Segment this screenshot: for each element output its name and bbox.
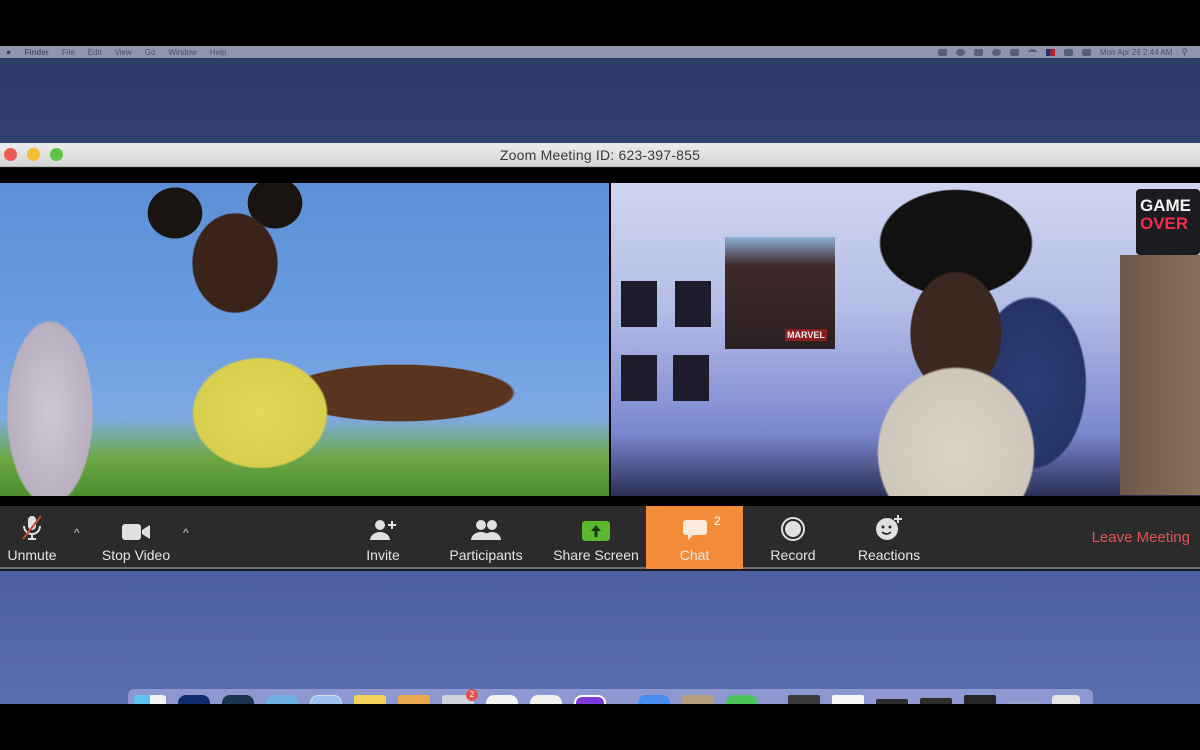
wall-frame xyxy=(675,281,711,327)
wall-frame xyxy=(621,355,657,401)
wall-frame xyxy=(673,355,709,401)
participants-button[interactable]: Participants xyxy=(446,506,526,569)
unmute-label: Unmute xyxy=(7,547,57,563)
window-close-button[interactable] xyxy=(4,148,17,161)
wall-frame xyxy=(621,281,657,327)
share-screen-label: Share Screen xyxy=(553,547,639,563)
record-button[interactable]: Record xyxy=(766,506,820,569)
share-screen-button[interactable]: Share Screen xyxy=(552,506,640,569)
menu-help[interactable]: Help xyxy=(210,48,226,57)
marvel-poster: MARVEL xyxy=(725,237,835,349)
menu-go[interactable]: Go xyxy=(145,48,156,57)
wifi-icon[interactable] xyxy=(1027,48,1037,56)
letterbox-bottom xyxy=(0,704,1200,750)
window-titlebar[interactable]: Zoom Meeting ID: 623-397-855 xyxy=(0,143,1200,167)
unmute-button[interactable]: Unmute xyxy=(4,506,60,569)
record-icon xyxy=(780,512,806,542)
add-person-icon xyxy=(369,512,397,542)
stop-video-label: Stop Video xyxy=(101,547,171,563)
screen-record-icon[interactable] xyxy=(937,48,947,56)
controls-icon[interactable] xyxy=(973,48,983,56)
battery-icon[interactable] xyxy=(1081,48,1091,56)
audio-options-caret-icon[interactable]: ^ xyxy=(74,526,80,540)
marvel-label: MARVEL xyxy=(785,329,827,341)
participant-video-left[interactable] xyxy=(0,183,609,496)
menu-window[interactable]: Window xyxy=(168,48,196,57)
display-icon[interactable] xyxy=(1009,48,1019,56)
invite-button[interactable]: Invite xyxy=(360,506,406,569)
menu-file[interactable]: File xyxy=(62,48,75,57)
window-maximize-button[interactable] xyxy=(50,148,63,161)
apple-menu-icon[interactable]: ● xyxy=(6,47,11,57)
share-screen-icon xyxy=(581,512,611,542)
window-minimize-button[interactable] xyxy=(27,148,40,161)
chat-label: Chat xyxy=(679,547,710,563)
menubar-clock[interactable]: Mon Apr 26 2:44 AM xyxy=(1100,48,1173,57)
mac-menu-bar: ● Finder File Edit View Go Window Help M… xyxy=(0,46,1200,58)
airplay-status-icon[interactable] xyxy=(955,48,965,56)
sign-line-2: OVER xyxy=(1140,214,1189,233)
dock-notification-badge: 2 xyxy=(466,689,478,701)
chat-unread-badge: 2 xyxy=(714,514,721,528)
participant-video-right[interactable]: MARVEL GAME OVER xyxy=(611,183,1200,496)
chat-bubble-icon xyxy=(682,512,708,542)
record-label: Record xyxy=(770,547,816,563)
reactions-smiley-icon xyxy=(875,512,903,542)
menu-finder[interactable]: Finder xyxy=(24,48,48,57)
time-machine-icon[interactable] xyxy=(991,48,1001,56)
video-options-caret-icon[interactable]: ^ xyxy=(183,526,189,540)
video-gallery: MARVEL GAME OVER xyxy=(0,168,1200,506)
window-title: Zoom Meeting ID: 623-397-855 xyxy=(499,146,701,163)
video-camera-icon xyxy=(121,512,151,542)
game-over-neon-sign: GAME OVER xyxy=(1136,189,1200,255)
meeting-controls-toolbar: Unmute ^ Stop Video ^ Invite Participant… xyxy=(0,506,1200,569)
participants-label: Participants xyxy=(449,547,523,563)
menu-edit[interactable]: Edit xyxy=(88,48,102,57)
screen: ● Finder File Edit View Go Window Help M… xyxy=(0,0,1200,750)
zoom-meeting-window: Zoom Meeting ID: 623-397-855 MARVEL GAME… xyxy=(0,143,1200,571)
stop-video-button[interactable]: Stop Video xyxy=(100,506,172,569)
leave-meeting-button[interactable]: Leave Meeting xyxy=(1092,529,1190,546)
spotlight-search-icon[interactable]: ⚲ xyxy=(1181,47,1188,58)
menu-view[interactable]: View xyxy=(115,48,132,57)
muted-microphone-icon xyxy=(20,512,44,542)
chat-button[interactable]: 2 Chat xyxy=(646,506,743,569)
invite-label: Invite xyxy=(366,547,400,563)
participants-icon xyxy=(471,512,501,542)
bookshelf xyxy=(1120,255,1200,495)
reactions-button[interactable]: Reactions xyxy=(856,506,922,569)
volume-icon[interactable] xyxy=(1063,48,1073,56)
input-source-flag-icon[interactable] xyxy=(1045,48,1055,56)
reactions-label: Reactions xyxy=(857,547,921,563)
sign-line-1: GAME xyxy=(1140,196,1191,215)
